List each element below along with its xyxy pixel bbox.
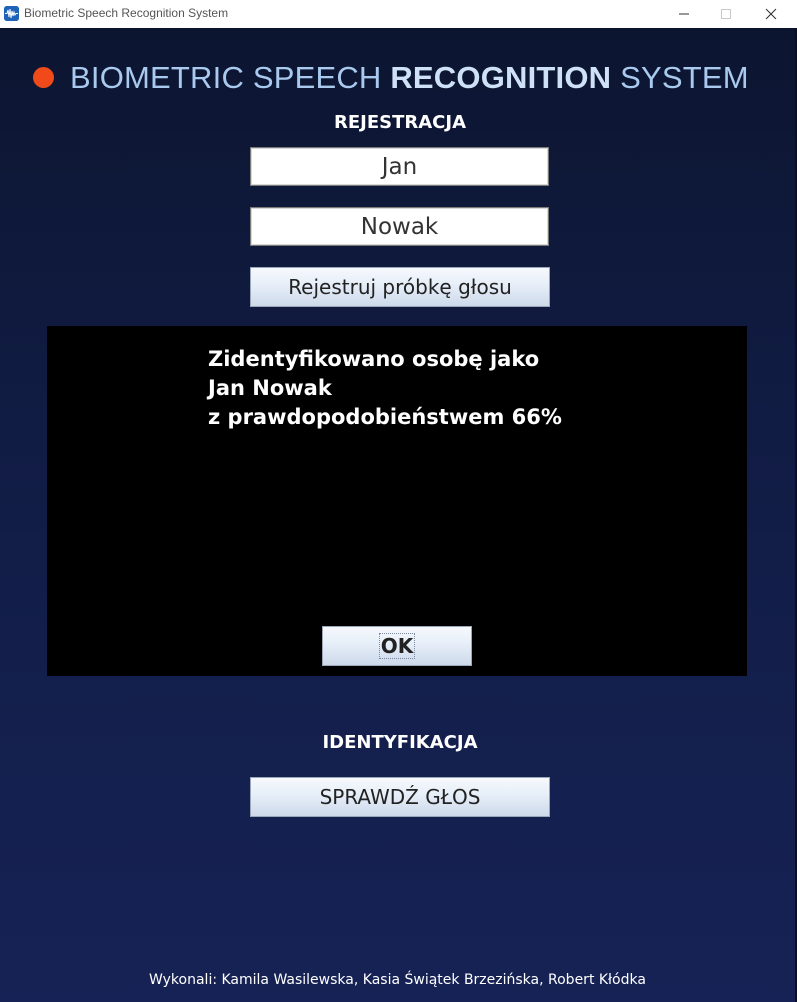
heading-part-3: SYSTEM [611, 60, 749, 95]
check-voice-button[interactable]: SPRAWDŹ GŁOS [250, 777, 550, 817]
minimize-button[interactable] [661, 0, 707, 28]
minimize-icon [679, 13, 689, 15]
result-line-1: Zidentyfikowano osobę jako [208, 347, 540, 371]
identification-label: IDENTYFIKACJA [322, 732, 478, 753]
first-name-field[interactable] [250, 147, 549, 186]
close-button[interactable] [748, 0, 794, 28]
ok-button-label: OK [378, 633, 416, 659]
heading-part-1: BIOMETRIC SPEECH [70, 60, 391, 95]
window-title: Biometric Speech Recognition System [24, 6, 229, 20]
waveform-icon [4, 6, 19, 21]
heading-part-bold: RECOGNITION [390, 60, 612, 95]
app-window: Biometric Speech Recognition System BIOM… [0, 0, 797, 1002]
result-line-3: z prawdopodobieństwem 66% [208, 405, 562, 429]
register-voice-button[interactable]: Rejestruj próbkę głosu [250, 267, 550, 307]
main-panel: BIOMETRIC SPEECH RECOGNITION SYSTEM REJE… [0, 28, 797, 1002]
result-message: Zidentyfikowano osobę jako Jan Nowak z p… [208, 345, 728, 432]
maximize-icon [721, 9, 731, 19]
result-line-2: Jan Nowak [208, 376, 332, 400]
registration-label: REJESTRACJA [333, 112, 467, 133]
close-icon [765, 8, 777, 20]
title-bar[interactable]: Biometric Speech Recognition System [0, 0, 797, 29]
app-heading: BIOMETRIC SPEECH RECOGNITION SYSTEM [70, 58, 749, 98]
last-name-field[interactable] [250, 207, 549, 246]
credits-footer: Wykonali: Kamila Wasilewska, Kasia Świąt… [149, 972, 646, 988]
ok-button[interactable]: OK [322, 626, 472, 666]
app-header: BIOMETRIC SPEECH RECOGNITION SYSTEM [0, 58, 795, 98]
maximize-button[interactable] [703, 0, 749, 28]
status-indicator-icon [33, 67, 54, 88]
result-dialog: Zidentyfikowano osobę jako Jan Nowak z p… [47, 326, 747, 676]
